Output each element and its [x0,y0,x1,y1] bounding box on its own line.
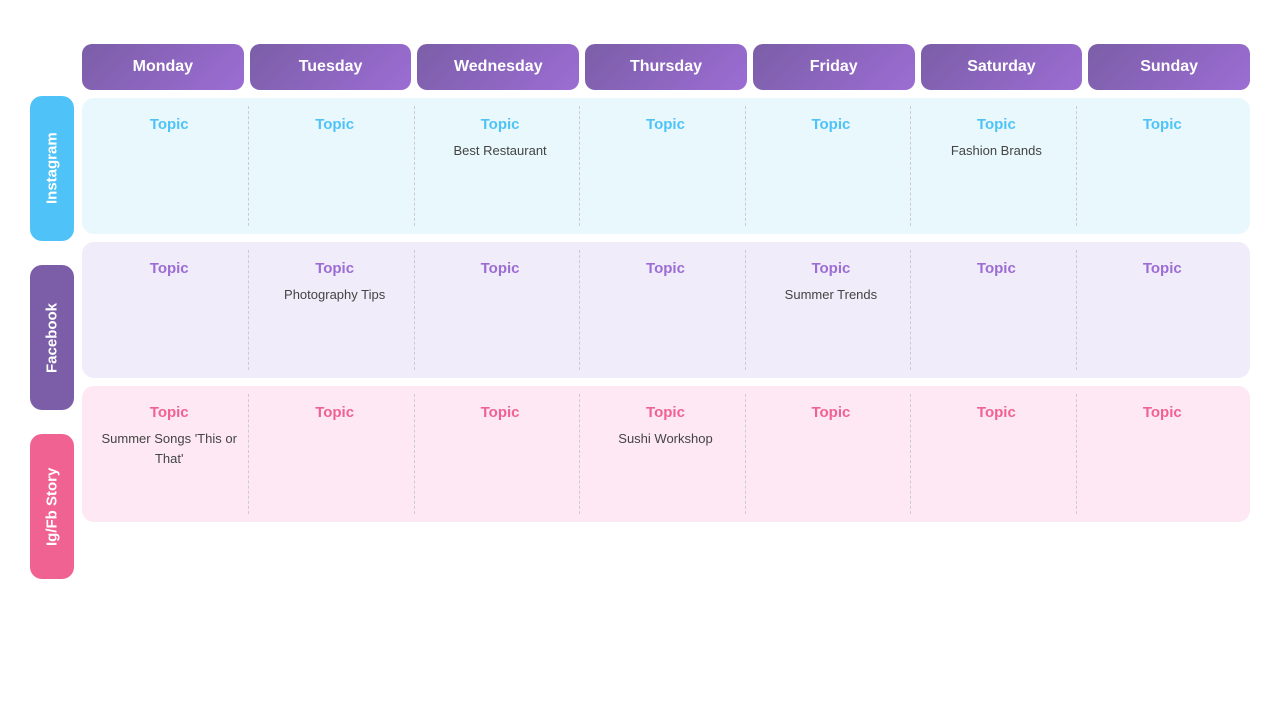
table-row: Topic [1083,106,1242,226]
facebook-row: TopicTopicPhotography TipsTopicTopicTopi… [82,242,1250,378]
row-labels: Instagram Facebook Ig/Fb Story [30,96,74,579]
instagram-row-topic-3: Topic [646,116,685,133]
igfbstory-row-topic-5: Topic [977,404,1016,421]
table-row: Topic [421,394,580,514]
table-row: Topic [421,250,580,370]
day-header-friday: Friday [753,44,915,90]
day-header-wednesday: Wednesday [417,44,579,90]
table-row: Topic [90,250,249,370]
table-row: Topic Fashion Brands [917,106,1076,226]
igfbstory-row-content-3: Sushi Workshop [618,429,712,449]
table-row: Topic Photography Tips [255,250,414,370]
facebook-row-topic-2: Topic [481,260,520,277]
day-header-tuesday: Tuesday [250,44,412,90]
igfbstory-row-content-0: Summer Songs 'This or That' [98,429,240,468]
day-header-thursday: Thursday [585,44,747,90]
instagram-row: TopicTopicTopicBest RestaurantTopicTopic… [82,98,1250,234]
table-row: Topic [255,106,414,226]
igfbstory-row-topic-3: Topic [646,404,685,421]
facebook-label: Facebook [30,265,74,410]
igfbstory-label: Ig/Fb Story [30,434,74,579]
calendar-container: Instagram Facebook Ig/Fb Story MondayTue… [30,44,1250,579]
facebook-row-topic-3: Topic [646,260,685,277]
instagram-row-topic-5: Topic [977,116,1016,133]
instagram-label: Instagram [30,96,74,241]
instagram-row-topic-1: Topic [315,116,354,133]
facebook-row-topic-5: Topic [977,260,1016,277]
facebook-row-topic-1: Topic [315,260,354,277]
table-row: Topic [90,106,249,226]
instagram-row-topic-6: Topic [1143,116,1182,133]
day-header-monday: Monday [82,44,244,90]
header-row: MondayTuesdayWednesdayThursdayFridaySatu… [82,44,1250,90]
table-row: Topic [752,106,911,226]
igfbstory-row-topic-4: Topic [811,404,850,421]
table-row: Topic [586,106,745,226]
day-header-sunday: Sunday [1088,44,1250,90]
igfbstory-row-topic-0: Topic [150,404,189,421]
igfbstory-row: TopicSummer Songs 'This or That'TopicTop… [82,386,1250,522]
grid-area: MondayTuesdayWednesdayThursdayFridaySatu… [82,44,1250,579]
table-row: Topic [586,250,745,370]
table-row: Topic [917,250,1076,370]
day-header-saturday: Saturday [921,44,1083,90]
table-row: Topic [917,394,1076,514]
instagram-row-topic-0: Topic [150,116,189,133]
instagram-row-content-5: Fashion Brands [951,141,1042,161]
table-row: Topic Sushi Workshop [586,394,745,514]
instagram-row-content-2: Best Restaurant [453,141,546,161]
facebook-row-topic-0: Topic [150,260,189,277]
igfbstory-row-topic-1: Topic [315,404,354,421]
facebook-row-topic-4: Topic [811,260,850,277]
igfbstory-row-topic-2: Topic [481,404,520,421]
table-row: Topic Best Restaurant [421,106,580,226]
instagram-row-topic-4: Topic [811,116,850,133]
instagram-row-topic-2: Topic [481,116,520,133]
table-row: Topic [1083,394,1242,514]
table-row: Topic [255,394,414,514]
table-row: Topic Summer Trends [752,250,911,370]
facebook-row-content-1: Photography Tips [284,285,385,305]
table-row: Topic [1083,250,1242,370]
facebook-row-content-4: Summer Trends [785,285,877,305]
table-row: Topic Summer Songs 'This or That' [90,394,249,514]
table-row: Topic [752,394,911,514]
igfbstory-row-topic-6: Topic [1143,404,1182,421]
facebook-row-topic-6: Topic [1143,260,1182,277]
